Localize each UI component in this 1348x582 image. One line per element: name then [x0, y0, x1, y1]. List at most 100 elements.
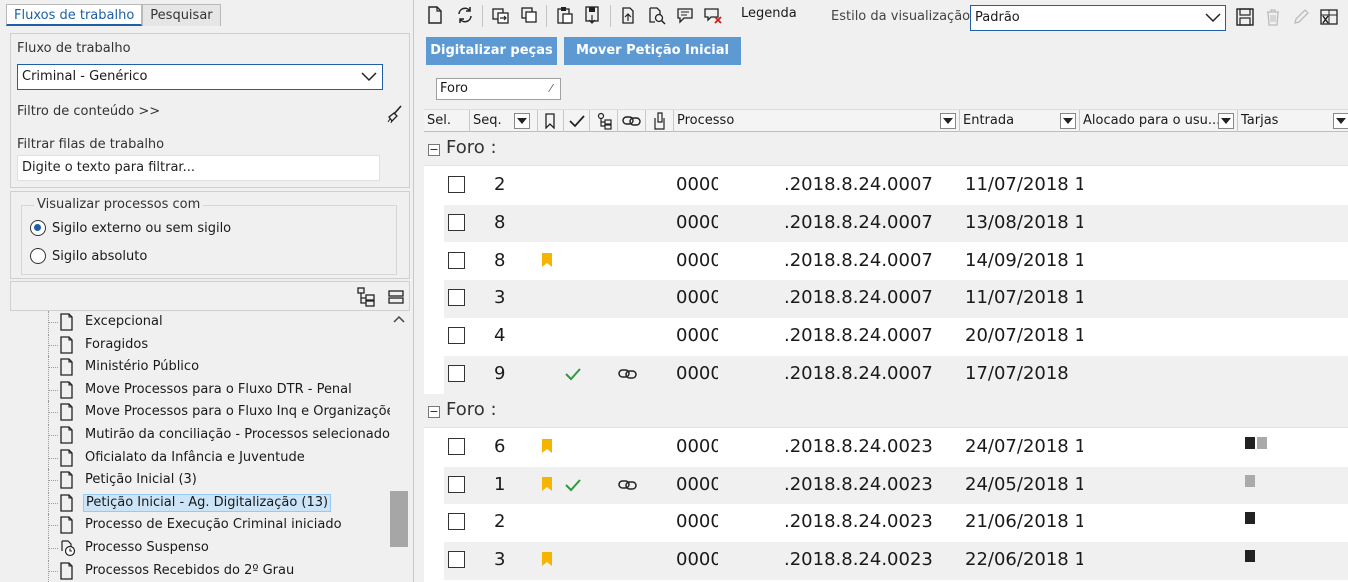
group-chip-label: Foro	[440, 81, 468, 96]
row-process-prefix: 0000	[676, 549, 718, 571]
column-attached[interactable]	[646, 110, 674, 132]
column-entry[interactable]: Entrada	[960, 110, 1080, 132]
tree-guide-line	[48, 525, 58, 527]
radio-absolute-secrecy[interactable]: Sigilo absoluto	[30, 248, 147, 264]
move-initial-petition-button[interactable]: Mover Petição Inicial	[564, 37, 741, 65]
tree-scrollbar-thumb[interactable]	[390, 491, 408, 547]
row-entry-date: 13/08/2018 1	[965, 211, 1083, 233]
table-row[interactable]: 3 0000 .2018.8.24.0023 22/06/2018 1	[444, 542, 1348, 580]
radio-unselected-icon	[30, 248, 46, 264]
tree-item[interactable]: Mutirão da conciliação - Processos selec…	[10, 424, 397, 446]
filter-dropdown-icon[interactable]	[940, 113, 956, 129]
table-row[interactable]: 6 0000 .2018.8.24.0023 24/07/2018 1	[444, 429, 1348, 467]
row-checkbox[interactable]	[448, 213, 465, 231]
refresh-icon[interactable]	[454, 4, 476, 26]
comment-icon[interactable]	[674, 4, 696, 26]
column-process-label: Processo	[677, 113, 735, 128]
row-process-prefix: 0000	[676, 325, 718, 347]
left-panel: Fluxos de trabalho Pesquisar Fluxo de tr…	[0, 0, 414, 582]
save-icon[interactable]	[1234, 6, 1256, 28]
workflow-tree: Excepcional Foragidos Ministério Público Mo…	[10, 311, 410, 582]
row-checkbox[interactable]	[448, 475, 465, 493]
group-row[interactable]: − Foro :	[424, 132, 1348, 166]
style-select[interactable]: Padrão	[970, 5, 1226, 31]
broom-icon[interactable]	[385, 104, 405, 124]
table-row[interactable]: 8 0000 .2018.8.24.0007 13/08/2018 1	[444, 204, 1348, 243]
paste-icon[interactable]	[554, 4, 576, 26]
tree-item[interactable]: Foragidos	[10, 333, 390, 356]
tab-workflows[interactable]: Fluxos de trabalho	[6, 4, 143, 26]
remove-comment-icon[interactable]	[702, 4, 724, 26]
table-row[interactable]: 2 0000 .2018.8.24.0023 21/06/2018 1	[444, 504, 1348, 542]
trash-icon	[1262, 6, 1284, 28]
collapse-group-icon[interactable]: −	[428, 405, 440, 418]
search-document-icon[interactable]	[646, 4, 668, 26]
tree-item[interactable]: Processos Recebidos do 2º Grau	[10, 559, 390, 582]
table-row[interactable]: 1 0000 .2018.8.24.0023 24/05/2018 1	[444, 466, 1348, 505]
row-checkbox[interactable]	[448, 327, 465, 345]
sort-icon: ⁄	[550, 82, 552, 95]
tree-item[interactable]: Ministério Público	[10, 356, 390, 379]
workflow-select-value: Criminal - Genérico	[22, 69, 148, 84]
tree-item-label: Excepcional	[85, 314, 163, 329]
scan-parts-button[interactable]: Digitalizar peças	[426, 37, 557, 65]
radio-external-secrecy[interactable]: Sigilo externo ou sem sigilo	[30, 220, 231, 236]
row-seq: 1	[494, 473, 506, 495]
save-document-icon[interactable]	[582, 4, 604, 26]
row-checkbox[interactable]	[448, 176, 465, 193]
filter-dropdown-icon[interactable]	[1333, 113, 1348, 129]
table-row[interactable]: 4 0000 .2018.8.24.0007 20/07/2018 1	[444, 318, 1348, 356]
column-tags[interactable]: Tarjas	[1238, 110, 1348, 132]
column-check[interactable]	[564, 110, 590, 132]
row-process-suffix: .2018.8.24.0007	[784, 363, 933, 384]
tab-search[interactable]: Pesquisar	[142, 4, 221, 26]
new-document-icon[interactable]	[424, 4, 446, 26]
group-row[interactable]: − Foro :	[424, 393, 1348, 428]
row-checkbox[interactable]	[448, 289, 465, 307]
row-checkbox[interactable]	[448, 251, 465, 269]
collapse-group-icon[interactable]: −	[428, 144, 440, 156]
filter-dropdown-icon[interactable]	[1060, 113, 1076, 129]
tree-item[interactable]: Move Processos para o Fluxo DTR - Penal	[10, 378, 390, 401]
column-link[interactable]	[618, 110, 646, 132]
move-documents-icon[interactable]	[490, 4, 512, 26]
table-row[interactable]: 2 0000 .2018.8.24.0007 11/07/2018 1	[444, 167, 1348, 205]
scroll-up-icon[interactable]	[393, 315, 405, 323]
upload-document-icon[interactable]	[618, 4, 640, 26]
tree-expand-icon[interactable]	[355, 286, 377, 308]
tree-item[interactable]: Processo Suspenso	[10, 537, 390, 559]
column-seq[interactable]: Seq.	[470, 110, 538, 132]
group-chip-foro[interactable]: Foro ⁄	[436, 78, 561, 100]
table-row[interactable]: 8 0000 .2018.8.24.0007 14/09/2018 1	[444, 243, 1348, 281]
row-checkbox[interactable]	[448, 513, 465, 531]
tree-collapse-icon[interactable]	[385, 286, 407, 308]
column-bookmark[interactable]	[538, 110, 564, 132]
queue-filter-input[interactable]: Digite o texto para filtrar...	[17, 155, 380, 181]
row-checkbox[interactable]	[448, 365, 465, 382]
bookmark-icon	[545, 113, 555, 129]
tree-item[interactable]: Petição Inicial (3)	[10, 469, 390, 492]
tree-item[interactable]: Petição Inicial - Ag. Digitalização (13)	[10, 491, 390, 514]
column-allocated-user[interactable]: Alocado para o usu...	[1080, 110, 1238, 132]
filter-dropdown-icon[interactable]	[1218, 113, 1234, 129]
tree-item[interactable]: Oficialato da Infância e Juventude	[10, 446, 390, 469]
row-checkbox[interactable]	[448, 437, 465, 455]
row-checkbox[interactable]	[448, 551, 465, 569]
copy-icon[interactable]	[518, 4, 540, 26]
column-allocation[interactable]	[590, 110, 618, 132]
tree-item[interactable]: Processo de Execução Criminal iniciado	[10, 514, 390, 537]
table-row[interactable]: 3 0000 .2018.8.24.0007 11/07/2018 1	[444, 280, 1348, 318]
export-excel-icon[interactable]	[1318, 6, 1340, 28]
filter-dropdown-icon[interactable]	[514, 113, 530, 129]
content-filter-link[interactable]: Filtro de conteúdo >>	[17, 104, 160, 119]
workflow-select[interactable]: Criminal - Genérico	[17, 64, 383, 90]
column-sel[interactable]: Sel.	[424, 110, 470, 132]
tree-item-label: Move Processos para o Fluxo DTR - Penal	[85, 381, 352, 397]
tree-item[interactable]: Move Processos para o Fluxo Inq e Organi…	[10, 401, 401, 424]
table-row[interactable]: 9 0000 .2018.8.24.0007 17/07/2018	[444, 356, 1348, 394]
column-process[interactable]: Processo	[674, 110, 960, 132]
tree-item-label: Oficialato da Infância e Juventude	[85, 449, 305, 465]
legend-button[interactable]: Legenda	[741, 6, 797, 21]
row-process-suffix: .2018.8.24.0007	[784, 211, 933, 233]
tree-item[interactable]: Excepcional	[10, 311, 390, 333]
